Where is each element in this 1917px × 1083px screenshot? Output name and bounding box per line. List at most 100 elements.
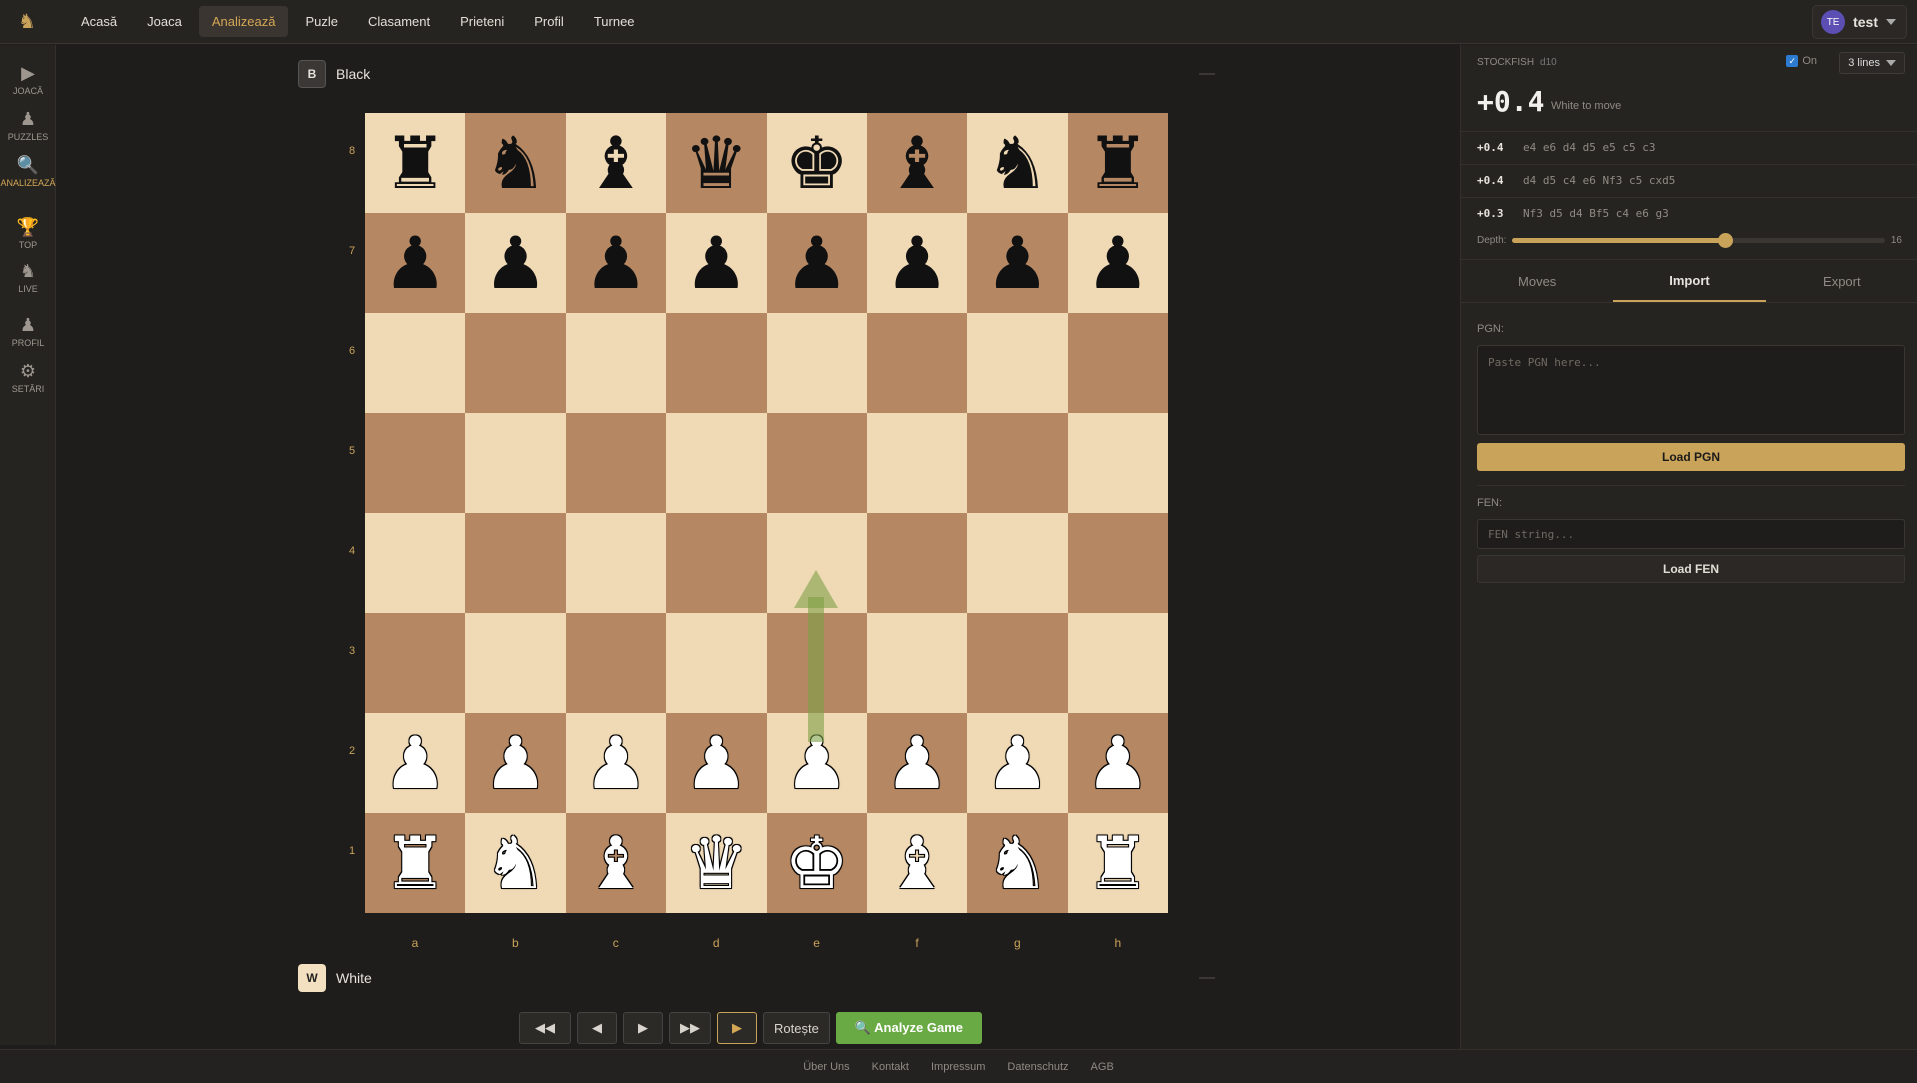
white-pawn-icon[interactable]: ♟ — [483, 727, 548, 799]
square-b6[interactable] — [465, 313, 566, 413]
sidebar-item[interactable]: ♟ PUZZLES — [0, 109, 56, 142]
black-pawn-icon[interactable]: ♟ — [1086, 227, 1151, 299]
square-e5[interactable] — [766, 413, 867, 513]
square-c5[interactable] — [565, 413, 667, 513]
square-e1[interactable]: ♚ — [766, 813, 867, 913]
sidebar-item[interactable]: ▶ JOACĂ — [0, 63, 56, 96]
footer-link[interactable]: Impressum — [931, 1061, 985, 1073]
autoplay-button[interactable]: ▶ — [717, 1012, 757, 1044]
tab-export[interactable]: Export — [1766, 260, 1917, 302]
black-bishop-icon[interactable]: ♝ — [584, 127, 649, 199]
black-rook-icon[interactable]: ♜ — [383, 127, 448, 199]
white-knight-icon[interactable]: ♞ — [985, 827, 1050, 899]
square-g4[interactable] — [967, 513, 1068, 613]
square-d4[interactable] — [666, 513, 767, 613]
square-c7[interactable]: ♟ — [565, 213, 667, 313]
square-f3[interactable] — [866, 613, 968, 713]
square-c4[interactable] — [565, 513, 667, 613]
analyze-game-button[interactable]: 🔍 Analyze Game — [835, 1012, 983, 1044]
square-h7[interactable]: ♟ — [1067, 213, 1168, 313]
nav-item[interactable]: Prieteni — [447, 6, 517, 37]
square-d1[interactable]: ♛ — [666, 813, 767, 913]
square-c2[interactable]: ♟ — [565, 713, 667, 813]
white-bishop-icon[interactable]: ♝ — [584, 827, 649, 899]
white-king-icon[interactable]: ♚ — [784, 827, 849, 899]
footer-link[interactable]: Über Uns — [803, 1061, 849, 1073]
square-a1[interactable]: ♜ — [365, 813, 466, 913]
square-a4[interactable] — [365, 513, 466, 613]
square-e7[interactable]: ♟ — [766, 213, 867, 313]
square-h3[interactable] — [1067, 613, 1168, 713]
white-pawn-icon[interactable]: ♟ — [584, 727, 649, 799]
square-f5[interactable] — [866, 413, 968, 513]
square-a8[interactable]: ♜ — [365, 113, 466, 213]
footer-link[interactable]: Kontakt — [872, 1061, 909, 1073]
checkbox-icon[interactable]: ✓ — [1786, 55, 1799, 67]
white-pawn-icon[interactable]: ♟ — [684, 727, 749, 799]
square-f7[interactable]: ♟ — [866, 213, 968, 313]
first-move-button[interactable]: ◀◀ — [519, 1012, 571, 1044]
nav-item[interactable]: Acasă — [68, 6, 130, 37]
nav-item[interactable]: Profil — [521, 6, 577, 37]
depth-slider-handle[interactable] — [1717, 233, 1733, 248]
white-rook-icon[interactable]: ♜ — [383, 827, 448, 899]
lines-select[interactable]: 3 lines — [1839, 52, 1905, 74]
square-c3[interactable] — [565, 613, 667, 713]
square-g1[interactable]: ♞ — [967, 813, 1068, 913]
square-f1[interactable]: ♝ — [866, 813, 968, 913]
tab-import[interactable]: Import — [1613, 260, 1766, 302]
black-pawn-icon[interactable]: ♟ — [985, 227, 1050, 299]
square-c6[interactable] — [565, 313, 667, 413]
square-e6[interactable] — [766, 313, 867, 413]
square-h2[interactable]: ♟ — [1067, 713, 1168, 813]
nav-item[interactable]: Clasament — [355, 6, 443, 37]
engine-line[interactable]: +0.4 d4 d5 c4 e6 Nf3 c5 cxd5 — [1461, 164, 1917, 196]
sidebar-item[interactable]: ♞ LIVE — [0, 261, 56, 294]
nav-item[interactable]: Analizează — [198, 6, 289, 37]
sidebar-item[interactable]: ⚙ SETĂRI — [0, 361, 56, 394]
sidebar-item[interactable]: 🏆 TOP — [0, 217, 56, 250]
depth-slider[interactable] — [1512, 233, 1885, 248]
square-f8[interactable]: ♝ — [866, 113, 968, 213]
load-fen-button[interactable]: Load FEN — [1477, 555, 1905, 583]
square-a5[interactable] — [365, 413, 466, 513]
square-d6[interactable] — [666, 313, 767, 413]
nav-item[interactable]: Joaca — [134, 6, 195, 37]
fen-input[interactable]: FEN string... — [1477, 519, 1905, 549]
square-a3[interactable] — [365, 613, 466, 713]
black-pawn-icon[interactable]: ♟ — [483, 227, 548, 299]
square-e8[interactable]: ♚ — [766, 113, 867, 213]
engine-line[interactable]: +0.3 Nf3 d5 d4 Bf5 c4 e6 g3 — [1461, 197, 1917, 229]
square-h4[interactable] — [1067, 513, 1168, 613]
square-f4[interactable] — [866, 513, 968, 613]
square-g8[interactable]: ♞ — [967, 113, 1068, 213]
square-g6[interactable] — [967, 313, 1068, 413]
square-b1[interactable]: ♞ — [465, 813, 566, 913]
square-g3[interactable] — [967, 613, 1068, 713]
square-g2[interactable]: ♟ — [967, 713, 1068, 813]
black-bishop-icon[interactable]: ♝ — [885, 127, 950, 199]
square-b2[interactable]: ♟ — [465, 713, 566, 813]
engine-line[interactable]: +0.4 e4 e6 d4 d5 e5 c5 c3 — [1461, 131, 1917, 163]
footer-link[interactable]: Datenschutz — [1007, 1061, 1068, 1073]
white-knight-icon[interactable]: ♞ — [483, 827, 548, 899]
square-a2[interactable]: ♟ — [365, 713, 466, 813]
footer-link[interactable]: AGB — [1091, 1061, 1114, 1073]
square-d7[interactable]: ♟ — [666, 213, 767, 313]
black-pawn-icon[interactable]: ♟ — [784, 227, 849, 299]
black-pawn-icon[interactable]: ♟ — [584, 227, 649, 299]
engine-toggle[interactable]: ✓ On — [1786, 55, 1817, 67]
white-pawn-icon[interactable]: ♟ — [885, 727, 950, 799]
square-a6[interactable] — [365, 313, 466, 413]
last-move-button[interactable]: ▶▶ — [669, 1012, 711, 1044]
square-c8[interactable]: ♝ — [565, 113, 667, 213]
prev-move-button[interactable]: ◀ — [577, 1012, 617, 1044]
tab-moves[interactable]: Moves — [1461, 260, 1613, 302]
white-pawn-icon[interactable]: ♟ — [1086, 727, 1151, 799]
black-knight-icon[interactable]: ♞ — [483, 127, 548, 199]
square-d8[interactable]: ♛ — [666, 113, 767, 213]
square-b7[interactable]: ♟ — [465, 213, 566, 313]
square-h6[interactable] — [1067, 313, 1168, 413]
white-bishop-icon[interactable]: ♝ — [885, 827, 950, 899]
black-pawn-icon[interactable]: ♟ — [684, 227, 749, 299]
